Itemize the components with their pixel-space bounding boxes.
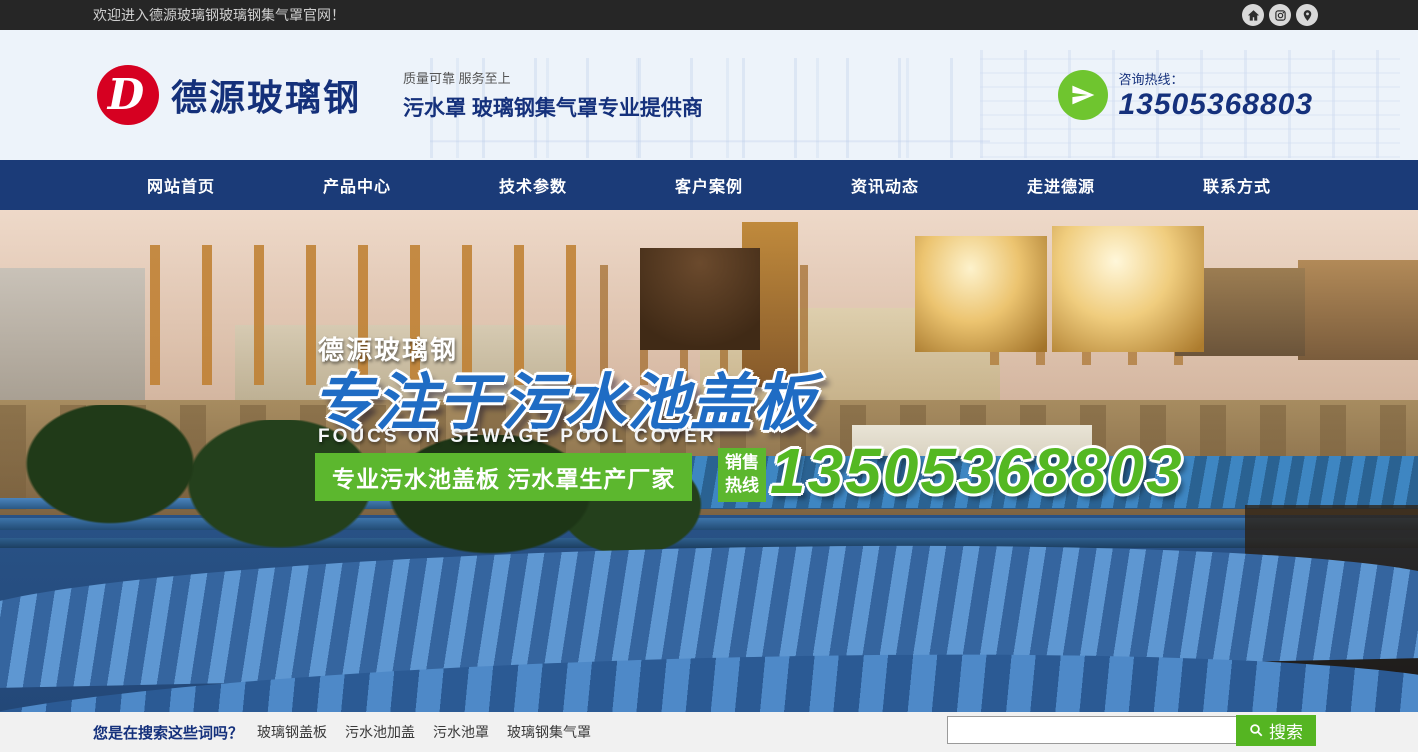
nav-item-home[interactable]: 网站首页 [93,160,269,210]
slogan-main: 污水罩 玻璃钢集气罩专业提供商 [403,92,703,122]
site-logo[interactable]: D 德源玻璃钢 [97,65,361,125]
search-button[interactable]: 搜索 [1236,715,1316,746]
site-header: D 德源玻璃钢 质量可靠 服务至上 污水罩 玻璃钢集气罩专业提供商 咨询热线： … [0,30,1418,160]
paper-plane-icon [1058,70,1108,120]
nav-item-about[interactable]: 走进德源 [973,160,1149,210]
location-icon[interactable] [1296,4,1318,26]
hero-banner: 德源玻璃钢 专注于污水池盖板 FOUCS ON SEWAGE POOL COVE… [0,210,1418,712]
keyword-link-1[interactable]: 玻璃钢盖板 [257,722,327,742]
nav-item-specs[interactable]: 技术参数 [445,160,621,210]
header-hotline: 咨询热线： 13505368803 [1058,69,1313,122]
hotline-number: 13505368803 [1118,88,1313,122]
search-button-label: 搜索 [1269,718,1303,743]
keyword-link-3[interactable]: 污水池罩 [433,722,489,742]
keyword-link-2[interactable]: 污水池加盖 [345,722,415,742]
social-icons [1242,4,1318,26]
nav-item-cases[interactable]: 客户案例 [621,160,797,210]
search-input[interactable] [947,716,1247,744]
top-bar: 欢迎进入德源玻璃钢玻璃钢集气罩官网！ [0,0,1418,30]
hero-overlay: 德源玻璃钢 专注于污水池盖板 FOUCS ON SEWAGE POOL COVE… [0,210,1418,712]
sales-hotline-label: 销售 热线 [718,448,766,502]
main-nav: 网站首页 产品中心 技术参数 客户案例 资讯动态 走进德源 联系方式 [0,160,1418,210]
slogan-small: 质量可靠 服务至上 [403,68,703,87]
hotline-text: 咨询热线： 13505368803 [1118,69,1313,122]
sales-phone-number: 13505368803 [770,434,1184,508]
hero-sales-hotline: 销售 热线 13505368803 [718,448,1184,508]
hero-subhead-en: FOUCS ON SEWAGE POOL COVER [318,426,717,448]
search-prompt: 您是在搜索这些词吗？ [93,722,243,743]
logo-icon: D [97,65,159,125]
sales-label-line1: 销售 [725,452,759,475]
hotline-label: 咨询热线： [1118,69,1313,88]
nav-item-products[interactable]: 产品中心 [269,160,445,210]
keyword-link-4[interactable]: 玻璃钢集气罩 [507,722,591,742]
keyword-links: 玻璃钢盖板 污水池加盖 污水池罩 玻璃钢集气罩 [257,722,591,742]
camera-icon[interactable] [1269,4,1291,26]
welcome-text: 欢迎进入德源玻璃钢玻璃钢集气罩官网！ [93,5,345,25]
home-icon[interactable] [1242,4,1264,26]
nav-item-news[interactable]: 资讯动态 [797,160,973,210]
header-slogan: 质量可靠 服务至上 污水罩 玻璃钢集气罩专业提供商 [403,68,703,122]
search-strip: 您是在搜索这些词吗？ 玻璃钢盖板 污水池加盖 污水池罩 玻璃钢集气罩 搜索 [0,712,1418,752]
hero-badge: 专业污水池盖板 污水罩生产厂家 [315,453,692,501]
nav-item-contact[interactable]: 联系方式 [1149,160,1325,210]
logo-letter: D [108,74,144,116]
sales-label-line2: 热线 [725,475,759,498]
logo-text: 德源玻璃钢 [171,69,361,121]
search-icon [1249,723,1264,738]
